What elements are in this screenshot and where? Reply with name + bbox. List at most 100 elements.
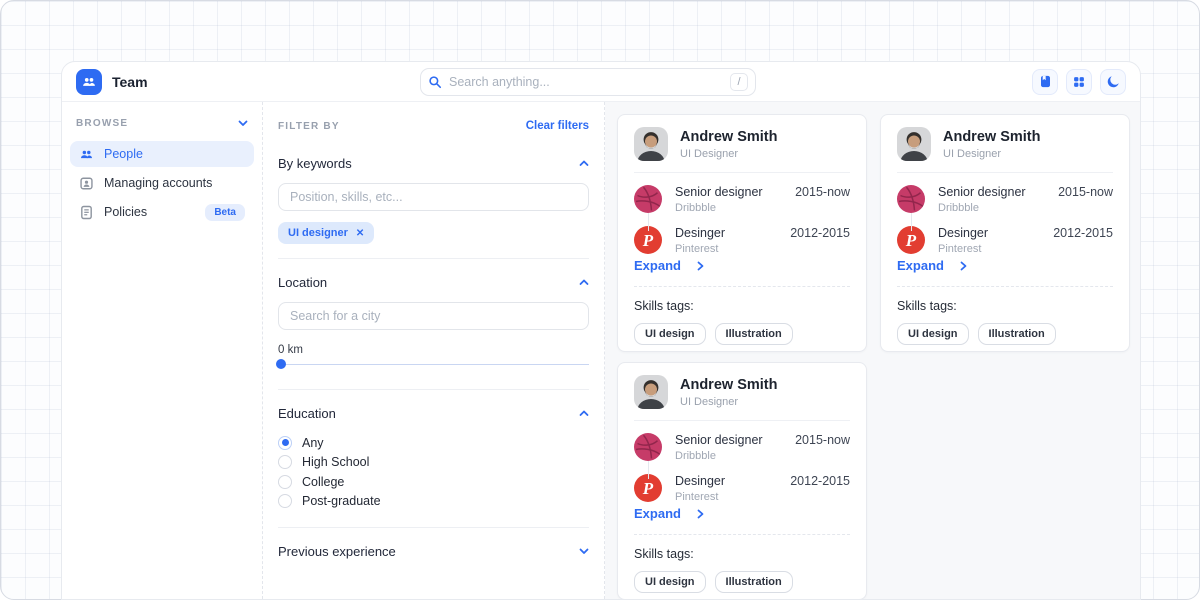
experience-row: Senior designer Dribbble 2015-now <box>634 185 850 214</box>
expand-button[interactable]: Expand <box>897 258 1113 273</box>
browse-section-header[interactable]: BROWSE <box>70 118 254 129</box>
radio-option-college[interactable]: College <box>278 472 589 492</box>
sidebar-item-people[interactable]: People <box>70 141 254 167</box>
experience-period: 2015-now <box>795 433 850 462</box>
search-bar[interactable]: / <box>420 68 756 96</box>
experience-row: Senior designer Dribbble 2015-now <box>897 185 1113 214</box>
experience-company: Dribbble <box>938 202 1045 214</box>
experience-title: Desinger <box>675 226 777 240</box>
person-name: Andrew Smith <box>680 377 777 393</box>
avatar-photo <box>897 127 931 161</box>
section-divider <box>278 258 589 259</box>
slider-handle[interactable] <box>276 359 286 369</box>
sidebar-item-managing-accounts[interactable]: Managing accounts <box>70 170 254 196</box>
skill-tag[interactable]: Illustration <box>715 323 793 345</box>
book-icon <box>1038 74 1053 89</box>
person-role: UI Designer <box>943 148 1040 160</box>
skill-tag[interactable]: UI design <box>634 323 706 345</box>
radio-option-any[interactable]: Any <box>278 433 589 453</box>
people-icon <box>81 74 97 90</box>
timeline-connector <box>648 461 649 479</box>
keyword-tag-label: UI designer <box>288 227 348 239</box>
location-section-header[interactable]: Location <box>278 275 589 290</box>
cards-grid: Andrew Smith UI Designer Senior designer… <box>605 102 1140 599</box>
distance-slider[interactable] <box>278 359 589 369</box>
chevron-right-icon <box>697 261 704 271</box>
search-icon <box>428 75 442 89</box>
sidebar: BROWSE People <box>62 102 263 599</box>
card-header: Andrew Smith UI Designer <box>897 127 1113 173</box>
expand-label: Expand <box>897 258 944 273</box>
svg-text:P: P <box>642 479 654 498</box>
experience-period: 2015-now <box>1058 185 1113 214</box>
city-search-input[interactable] <box>278 302 589 330</box>
person-card[interactable]: Andrew Smith UI Designer Senior designer… <box>880 114 1130 352</box>
filter-panel: FILTER BY Clear filters By keywords UI d… <box>263 102 605 599</box>
radio-button[interactable] <box>278 475 292 489</box>
radio-button[interactable] <box>278 455 292 469</box>
expand-button[interactable]: Expand <box>634 258 850 273</box>
search-input[interactable] <box>449 75 730 89</box>
radio-option-high-school[interactable]: High School <box>278 453 589 473</box>
library-button[interactable] <box>1032 69 1058 95</box>
slider-track[interactable] <box>278 364 589 366</box>
card-header: Andrew Smith UI Designer <box>634 375 850 421</box>
experience-row: P Desinger Pinterest 2012-2015 <box>634 474 850 503</box>
chevron-down-icon <box>238 120 248 127</box>
radio-label: High School <box>302 455 369 469</box>
skills-label: Skills tags: <box>634 299 850 313</box>
sidebar-item-label: Managing accounts <box>104 176 212 190</box>
experience-timeline: Senior designer Dribbble 2015-now P Desi… <box>634 185 850 255</box>
expand-label: Expand <box>634 506 681 521</box>
keywords-input[interactable] <box>278 183 589 211</box>
experience-period: 2015-now <box>795 185 850 214</box>
radio-option-post-graduate[interactable]: Post-graduate <box>278 492 589 512</box>
apps-button[interactable] <box>1066 69 1092 95</box>
section-divider <box>278 389 589 390</box>
previous-experience-section-header[interactable]: Previous experience <box>278 544 589 559</box>
person-card[interactable]: Andrew Smith UI Designer Senior designer… <box>617 114 867 352</box>
dribbble-icon <box>897 185 925 213</box>
expand-button[interactable]: Expand <box>634 506 850 521</box>
clear-filters-button[interactable]: Clear filters <box>526 120 589 132</box>
previous-experience-label: Previous experience <box>278 544 396 559</box>
dark-mode-toggle[interactable] <box>1100 69 1126 95</box>
person-card[interactable]: Andrew Smith UI Designer Senior designer… <box>617 362 867 599</box>
skill-tag[interactable]: Illustration <box>715 571 793 593</box>
radio-button[interactable] <box>278 494 292 508</box>
skills-label: Skills tags: <box>897 299 1113 313</box>
skill-chips: UI design Illustration <box>634 323 850 345</box>
radio-button[interactable] <box>278 436 292 450</box>
experience-company: Pinterest <box>938 243 1040 255</box>
app-window: Team / <box>61 61 1141 600</box>
education-section-header[interactable]: Education <box>278 406 589 421</box>
people-icon <box>79 147 94 162</box>
grid-icon <box>1072 75 1086 89</box>
chevron-up-icon <box>579 410 589 417</box>
avatar-photo <box>634 375 668 409</box>
card-divider <box>634 534 850 535</box>
chevron-right-icon <box>960 261 967 271</box>
sidebar-item-policies[interactable]: Policies Beta <box>70 199 254 225</box>
sidebar-item-label: People <box>104 147 143 161</box>
sidebar-item-label: Policies <box>104 205 147 219</box>
chevron-right-icon <box>697 509 704 519</box>
keywords-section-header[interactable]: By keywords <box>278 156 589 171</box>
keyword-tag[interactable]: UI designer ✕ <box>278 222 374 244</box>
skill-tag[interactable]: UI design <box>897 323 969 345</box>
expand-label: Expand <box>634 258 681 273</box>
card-divider <box>897 286 1113 287</box>
experience-row: P Desinger Pinterest 2012-2015 <box>634 226 850 255</box>
timeline-connector <box>911 213 912 231</box>
experience-period: 2012-2015 <box>790 474 850 503</box>
skill-tag[interactable]: UI design <box>634 571 706 593</box>
skill-tag[interactable]: Illustration <box>978 323 1056 345</box>
experience-period: 2012-2015 <box>1053 226 1113 255</box>
account-badge-icon <box>79 176 94 191</box>
chevron-up-icon <box>579 279 589 286</box>
remove-tag-icon[interactable]: ✕ <box>356 228 364 239</box>
person-name: Andrew Smith <box>680 129 777 145</box>
browse-label: BROWSE <box>76 118 128 129</box>
experience-row: Senior designer Dribbble 2015-now <box>634 433 850 462</box>
app-logo <box>76 69 102 95</box>
